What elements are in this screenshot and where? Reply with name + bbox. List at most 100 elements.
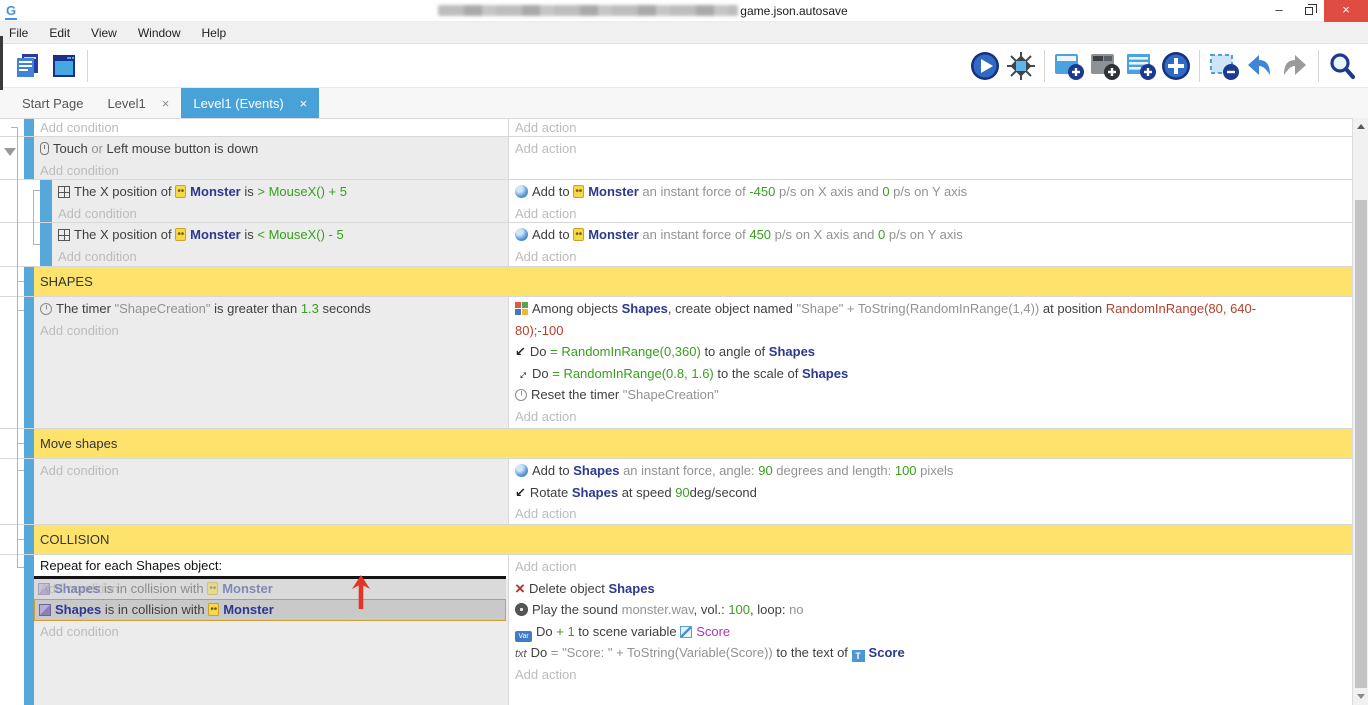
restore-button[interactable] bbox=[1294, 0, 1324, 22]
action-set-angle[interactable]: Do = RandomInRange(0,360) to angle of Sh… bbox=[515, 341, 1346, 363]
tab-level1-events[interactable]: Level1 (Events) × bbox=[181, 88, 319, 118]
add-condition-link[interactable]: Add condition bbox=[40, 624, 119, 639]
text-segment: pixels bbox=[917, 463, 954, 478]
add-sub-event-button[interactable] bbox=[1086, 47, 1122, 85]
redo-button[interactable] bbox=[1277, 47, 1313, 85]
scrollbar-thumb[interactable] bbox=[1355, 200, 1367, 688]
tab-start-page[interactable]: Start Page bbox=[10, 88, 95, 118]
delete-event-button[interactable] bbox=[1205, 47, 1241, 85]
action-force-right[interactable]: Add to Monster an instant force of 450 p… bbox=[515, 224, 1346, 246]
add-action-link[interactable]: Add action bbox=[515, 409, 576, 424]
play-button[interactable] bbox=[967, 47, 1003, 85]
tab-label: Start Page bbox=[22, 96, 83, 111]
text-segment: + 1 bbox=[556, 624, 574, 639]
action-force-shapes[interactable]: Add to Shapes an instant force, angle: 9… bbox=[515, 460, 1346, 482]
menu-view[interactable]: View bbox=[91, 26, 117, 40]
force-icon bbox=[515, 228, 528, 241]
text-segment: 0 bbox=[882, 184, 889, 199]
comment-collision[interactable]: COLLISION bbox=[0, 524, 1352, 554]
add-action-link[interactable]: Add action bbox=[515, 667, 576, 682]
condition-xpos-gt[interactable]: The X position of Monster is > MouseX() … bbox=[58, 181, 502, 203]
timer-icon bbox=[515, 389, 527, 401]
menu-window[interactable]: Window bbox=[138, 26, 181, 40]
search-button[interactable] bbox=[1324, 47, 1360, 85]
scale-icon bbox=[515, 367, 528, 380]
add-condition-link[interactable]: Add condition bbox=[40, 323, 119, 338]
menu-edit[interactable]: Edit bbox=[49, 26, 70, 40]
action-force-left[interactable]: Add to Monster an instant force of -450 … bbox=[515, 181, 1346, 203]
add-action-link[interactable]: Add action bbox=[515, 141, 576, 156]
add-condition-link[interactable]: Add condition bbox=[58, 206, 137, 221]
add-action-link[interactable]: Add action bbox=[515, 120, 576, 135]
comment-text: SHAPES bbox=[34, 267, 1352, 296]
add-action-link[interactable]: Add action bbox=[515, 506, 576, 521]
selected-collision-condition[interactable]: Shapes is in collision with Monster bbox=[34, 599, 506, 621]
delete-icon bbox=[515, 583, 525, 596]
vertical-scrollbar[interactable] bbox=[1352, 118, 1368, 705]
add-action-link[interactable]: Add action bbox=[515, 206, 576, 221]
tab-close-icon[interactable]: × bbox=[300, 96, 308, 111]
menu-file[interactable]: File bbox=[9, 26, 28, 40]
undo-button[interactable] bbox=[1241, 47, 1277, 85]
text-segment: Add to bbox=[532, 184, 573, 199]
text-segment: p/s on Y axis bbox=[890, 184, 968, 199]
toolbar-separator bbox=[87, 50, 88, 82]
add-event-button[interactable] bbox=[1050, 47, 1086, 85]
application-window: game.json.autosave – × File Edit View Wi… bbox=[0, 0, 1368, 705]
scroll-down-icon[interactable] bbox=[1353, 688, 1368, 705]
action-play-sound[interactable]: Play the sound monster.wav, vol.: 100, l… bbox=[515, 599, 1346, 621]
add-condition-link[interactable]: Add condition bbox=[40, 163, 119, 178]
add-event-icon bbox=[1051, 50, 1085, 82]
tab-level1[interactable]: Level1× bbox=[95, 88, 181, 118]
event-partial: Add condition Add action bbox=[0, 118, 1352, 136]
text-segment: to scene variable bbox=[575, 624, 681, 639]
comment-move-shapes[interactable]: Move shapes bbox=[0, 428, 1352, 458]
subevent-x-less: The X position of Monster is < MouseX() … bbox=[0, 222, 1352, 266]
text-segment: is greater than bbox=[210, 301, 300, 316]
menu-help[interactable]: Help bbox=[202, 26, 227, 40]
action-delete-shapes[interactable]: Delete object Shapes bbox=[515, 578, 1346, 600]
tab-label: Level1 (Events) bbox=[193, 96, 283, 111]
sound-icon bbox=[515, 603, 528, 616]
text-segment: Reset the timer bbox=[531, 387, 623, 402]
add-condition-link[interactable]: Add condition bbox=[58, 249, 137, 264]
action-create-object[interactable]: Among objects Shapes, create object name… bbox=[515, 298, 1346, 341]
scene-editor-button[interactable] bbox=[46, 47, 82, 85]
add-action-link[interactable]: Add action bbox=[515, 249, 576, 264]
comment-text: COLLISION bbox=[34, 525, 1352, 554]
monster-icon bbox=[573, 185, 584, 198]
text-segment: seconds bbox=[319, 301, 371, 316]
text-segment: Monster bbox=[190, 227, 241, 242]
tab-close-icon[interactable]: × bbox=[162, 96, 170, 111]
scroll-up-icon[interactable] bbox=[1353, 118, 1368, 135]
minimize-button[interactable]: – bbox=[1264, 0, 1294, 22]
text-segment: at position bbox=[1039, 301, 1106, 316]
project-manager-button[interactable] bbox=[10, 47, 46, 85]
add-action-link[interactable]: Add action bbox=[515, 559, 576, 574]
foreach-header[interactable]: Repeat for each Shapes object: bbox=[34, 555, 508, 576]
text-segment: Shapes bbox=[573, 463, 619, 478]
action-reset-timer[interactable]: Reset the timer "ShapeCreation" bbox=[515, 384, 1346, 406]
events-sheet: Add condition Add action Touch or Left m… bbox=[0, 118, 1352, 705]
add-condition-link[interactable]: Add condition bbox=[40, 463, 119, 478]
condition-xpos-lt[interactable]: The X position of Monster is < MouseX() … bbox=[58, 224, 502, 246]
debug-button[interactable] bbox=[1003, 47, 1039, 85]
text-segment: Add to bbox=[532, 227, 573, 242]
force-icon bbox=[515, 185, 528, 198]
add-condition-link[interactable]: Add condition bbox=[40, 120, 119, 135]
text-segment: Do bbox=[532, 366, 552, 381]
action-increment-score[interactable]: Do + 1 to scene variable Score bbox=[515, 621, 1346, 643]
shapes-icon bbox=[38, 583, 50, 595]
condition-timer[interactable]: The timer "ShapeCreation" is greater tha… bbox=[40, 298, 502, 320]
ghost-collision-condition: Shapes is in collision with Monster bbox=[38, 579, 273, 599]
add-circle-button[interactable] bbox=[1158, 47, 1194, 85]
monster-icon bbox=[175, 228, 186, 241]
close-button[interactable]: × bbox=[1324, 0, 1368, 22]
action-rotate-shapes[interactable]: Rotate Shapes at speed 90deg/second bbox=[515, 482, 1346, 504]
add-comment-button[interactable] bbox=[1122, 47, 1158, 85]
subevent-x-greater: The X position of Monster is > MouseX() … bbox=[0, 179, 1352, 222]
action-set-score-text[interactable]: Do = "Score: " + ToString(Variable(Score… bbox=[515, 642, 1346, 664]
action-set-scale[interactable]: Do = RandomInRange(0.8, 1.6) to the scal… bbox=[515, 363, 1346, 385]
comment-shapes[interactable]: SHAPES bbox=[0, 266, 1352, 296]
condition-touch[interactable]: Touch or Left mouse button is down bbox=[40, 138, 502, 160]
